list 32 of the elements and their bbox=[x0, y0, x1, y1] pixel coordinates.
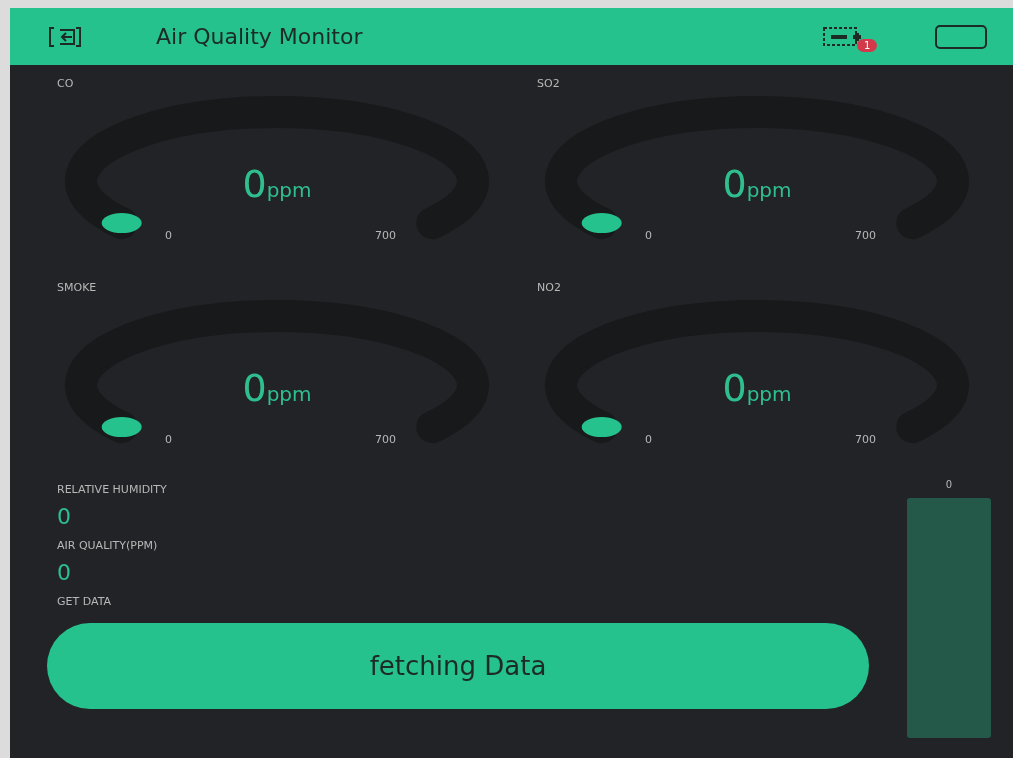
gauge-max: 700 bbox=[855, 229, 876, 242]
gauge-label: SO2 bbox=[537, 77, 560, 91]
gauge-thumb bbox=[101, 417, 142, 438]
gauge-reading: 0ppm bbox=[242, 162, 312, 206]
display-value: 0 bbox=[57, 559, 72, 587]
gauge-label: CO bbox=[57, 77, 74, 91]
gauge-thumb bbox=[101, 213, 142, 234]
app-title: Air Quality Monitor bbox=[156, 24, 364, 49]
button-label: GET DATA bbox=[57, 595, 113, 609]
gauge-thumb bbox=[581, 213, 622, 234]
gauge-max: 700 bbox=[375, 229, 396, 242]
gauge-thumb bbox=[581, 417, 622, 438]
gauge-min: 0 bbox=[165, 433, 172, 446]
device-icon[interactable] bbox=[823, 24, 863, 47]
square-icon[interactable] bbox=[935, 24, 987, 49]
display-label: RELATIVE HUMIDITY bbox=[57, 483, 168, 497]
gauge-reading: 0ppm bbox=[722, 366, 792, 410]
gauge-min: 0 bbox=[645, 433, 652, 446]
display-value: 0 bbox=[57, 503, 72, 531]
exit-icon[interactable] bbox=[48, 25, 82, 48]
display-label: AIR QUALITY(PPM) bbox=[57, 539, 159, 553]
gauge-label: NO2 bbox=[537, 281, 561, 295]
gauge-min: 0 bbox=[165, 229, 172, 242]
gauge-max: 700 bbox=[855, 433, 876, 446]
notification-badge: 1 bbox=[857, 38, 878, 52]
gauge-reading: 0ppm bbox=[722, 162, 792, 206]
level-reading: 0 bbox=[945, 479, 953, 492]
gauge-min: 0 bbox=[645, 229, 652, 242]
fetch-button[interactable]: fetching Data bbox=[47, 623, 869, 709]
gauge-label: SMOKE bbox=[57, 281, 97, 295]
gauge-reading: 0ppm bbox=[242, 366, 312, 410]
gauge-max: 700 bbox=[375, 433, 396, 446]
